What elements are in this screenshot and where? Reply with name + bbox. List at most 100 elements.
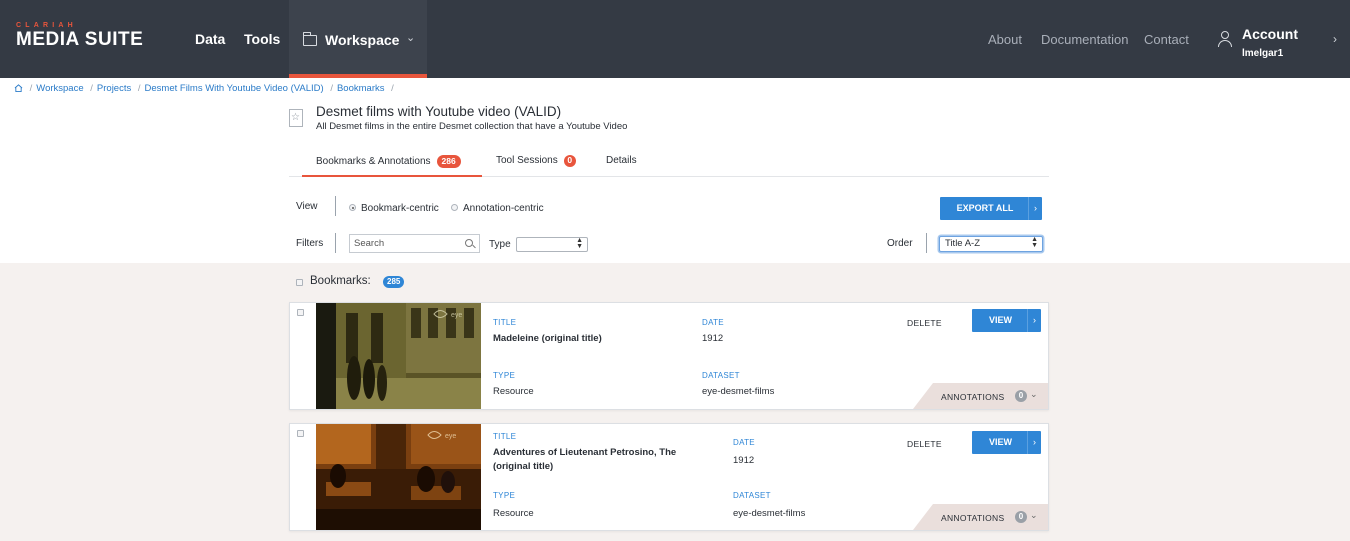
type-field-label: TYPE [493, 371, 516, 380]
divider [926, 233, 927, 253]
nav-data[interactable]: Data [195, 31, 225, 47]
search-input[interactable]: Search [349, 234, 480, 253]
page-title: Desmet films with Youtube video (VALID) [316, 104, 562, 119]
title-label: TITLE [493, 318, 517, 327]
home-icon[interactable] [14, 84, 23, 92]
bookmark-checkbox[interactable] [297, 309, 304, 316]
search-placeholder: Search [354, 238, 385, 249]
bookmark-dataset: eye-desmet-films [702, 386, 775, 397]
radio-selected-icon [349, 204, 356, 211]
thumbnail-image[interactable]: eye [316, 424, 481, 530]
radio-unselected-icon [451, 204, 458, 211]
order-select[interactable]: Title A-Z ▲ ▼ [939, 236, 1043, 252]
brand-subtitle: CLARIAH [16, 22, 77, 29]
svg-text:eye: eye [445, 433, 456, 440]
radio-bookmark-centric[interactable]: Bookmark-centric [349, 203, 439, 214]
bookmark-date: 1912 [702, 333, 724, 344]
bookmark-card: eye TITLE Madeleine (original title) DAT… [289, 302, 1049, 410]
annotations-toggle[interactable]: ANNOTATIONS 0 ⌄ [913, 383, 1048, 409]
chevron-right-icon[interactable]: › [1333, 32, 1337, 46]
account-username: lmelgar1 [1242, 48, 1284, 59]
type-label: Type [489, 239, 511, 250]
order-select-value: Title A-Z [945, 238, 981, 249]
divider [335, 196, 336, 216]
chevron-down-icon: ⌄ [1030, 510, 1038, 520]
chevron-right-icon: › [1027, 309, 1041, 332]
radio-annotation-centric[interactable]: Annotation-centric [451, 203, 544, 214]
tab-label: Bookmarks & Annotations [316, 156, 431, 167]
view-button-label: VIEW [988, 315, 1012, 325]
tab-details[interactable]: Details [606, 145, 637, 177]
view-button-label: VIEW [988, 437, 1012, 447]
bookmarks-heading-text: Bookmarks [310, 275, 368, 287]
project-tabs: Bookmarks & Annotations 286 Tool Sessions… [289, 145, 1049, 177]
delete-button[interactable]: DELETE [907, 318, 942, 328]
breadcrumb-bookmarks[interactable]: Bookmarks [337, 83, 385, 94]
project-description: All Desmet films in the entire Desmet co… [316, 121, 628, 132]
tab-bookmarks-annotations[interactable]: Bookmarks & Annotations 286 [302, 145, 482, 177]
select-arrows-icon: ▲ ▼ [576, 237, 583, 250]
chevron-down-icon: ⌄ [1030, 389, 1038, 399]
annotations-count-badge: 0 [1015, 390, 1027, 402]
nav-documentation[interactable]: Documentation [1041, 32, 1128, 47]
bookmark-card: eye TITLE Adventures of Lieutenant Petro… [289, 423, 1049, 531]
tab-count-badge: 286 [436, 155, 461, 168]
type-field-label: TYPE [493, 491, 516, 500]
brand-logo[interactable]: MEDIA SUITE [16, 29, 143, 51]
tab-label: Tool Sessions [496, 155, 558, 166]
export-all-label: EXPORT ALL [956, 203, 1014, 213]
nav-contact[interactable]: Contact [1144, 32, 1189, 47]
nav-tools[interactable]: Tools [244, 31, 280, 47]
tab-tool-sessions[interactable]: Tool Sessions 0 [496, 145, 576, 177]
account-label[interactable]: Account [1242, 26, 1298, 42]
delete-button[interactable]: DELETE [907, 439, 942, 449]
nav-workspace[interactable]: Workspace ⌄ [289, 0, 427, 78]
bookmark-date: 1912 [733, 455, 755, 466]
annotations-count-badge: 0 [1015, 511, 1027, 523]
folder-icon [303, 32, 317, 46]
breadcrumb-projects[interactable]: Projects [97, 83, 131, 94]
chevron-down-icon: ⌄ [406, 32, 416, 44]
tab-label: Details [606, 155, 637, 166]
bookmark-title: Adventures of Lieutenant Petrosino, The … [493, 447, 677, 472]
top-navbar: CLARIAH MEDIA SUITE Data Tools Workspace… [0, 0, 1350, 78]
bookmark-dataset: eye-desmet-films [733, 508, 806, 519]
select-arrows-icon: ▲ ▼ [1031, 236, 1038, 249]
dataset-label: DATASET [702, 371, 740, 380]
order-label: Order [887, 238, 913, 249]
filters-label: Filters [296, 238, 324, 249]
bookmarks-count-badge: 285 [383, 276, 405, 288]
export-all-button[interactable]: EXPORT ALL › [940, 197, 1042, 220]
annotations-label: ANNOTATIONS [941, 392, 1005, 402]
radio-label: Bookmark-centric [361, 203, 439, 214]
project-icon [289, 109, 303, 127]
chevron-right-icon: › [1028, 197, 1042, 220]
chevron-right-icon: › [1027, 431, 1041, 454]
breadcrumb-project[interactable]: Desmet Films With Youtube Video (VALID) [145, 83, 324, 94]
bookmark-checkbox[interactable] [297, 430, 304, 437]
nav-workspace-label: Workspace [325, 32, 400, 48]
annotations-toggle[interactable]: ANNOTATIONS 0 ⌄ [913, 504, 1048, 530]
bookmarks-heading-colon: : [367, 275, 371, 287]
title-label: TITLE [493, 432, 517, 441]
radio-label: Annotation-centric [463, 203, 544, 214]
view-button[interactable]: VIEW › [972, 309, 1041, 332]
type-select[interactable]: ▲ ▼ [516, 237, 588, 252]
search-icon[interactable] [465, 239, 473, 247]
thumbnail-image[interactable]: eye [316, 303, 481, 409]
svg-text:eye: eye [451, 312, 462, 319]
breadcrumb-workspace[interactable]: Workspace [36, 83, 83, 94]
bookmark-type: Resource [493, 508, 534, 519]
bookmarks-heading: Bookmarks: [310, 275, 371, 287]
user-icon[interactable] [1218, 31, 1232, 48]
annotations-label: ANNOTATIONS [941, 513, 1005, 523]
date-label: DATE [733, 438, 755, 447]
nav-about[interactable]: About [988, 32, 1022, 47]
dataset-label: DATASET [733, 491, 771, 500]
breadcrumb: / Workspace / Projects / Desmet Films With … [14, 83, 398, 94]
view-button[interactable]: VIEW › [972, 431, 1041, 454]
select-all-checkbox[interactable] [296, 279, 303, 286]
divider [335, 233, 336, 253]
view-label: View [296, 201, 318, 212]
bookmark-title: Madeleine (original title) [493, 333, 602, 344]
